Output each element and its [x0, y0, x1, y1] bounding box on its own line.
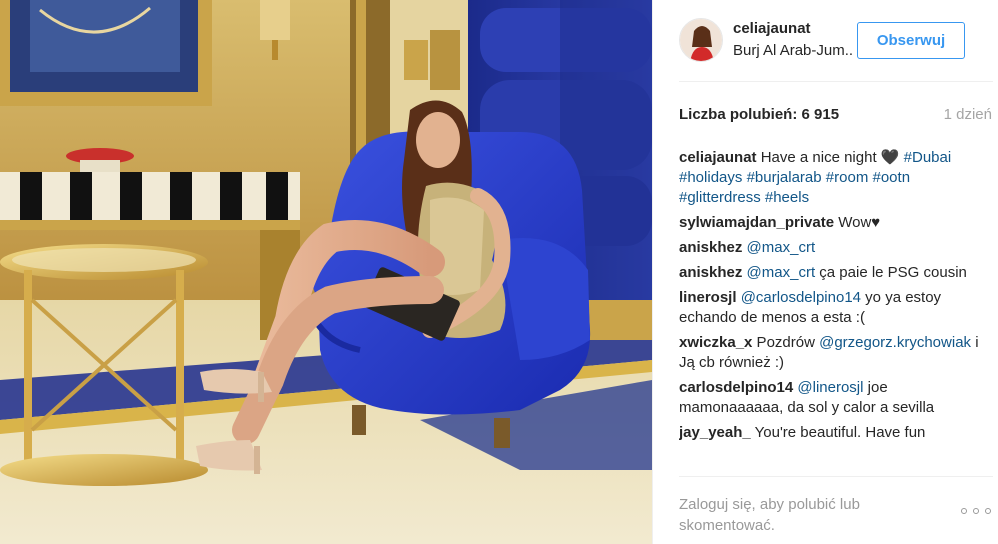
comment-author[interactable]: aniskhez — [679, 264, 742, 281]
footer-divider — [679, 476, 993, 477]
comment-author[interactable]: linerosjl — [679, 289, 737, 306]
hashtag-link[interactable]: #room — [826, 169, 869, 186]
comment-item: xwiczka_x Pozdrów @grzegorz.krychowiak i… — [679, 333, 979, 373]
mention-link[interactable]: @linerosjl — [797, 379, 863, 396]
location-link[interactable]: Burj Al Arab-Jum... — [733, 42, 853, 59]
username[interactable]: celiajaunat — [733, 20, 811, 37]
mention-link[interactable]: @max_crt — [747, 239, 816, 256]
header-divider — [679, 81, 993, 82]
comment-item: aniskhez @max_crt ça paie le PSG cousin — [679, 263, 979, 283]
dot-icon — [973, 508, 979, 514]
post-time[interactable]: 1 dzień — [944, 106, 992, 123]
mention-link[interactable]: @max_crt — [747, 264, 816, 281]
comment-item: jay_yeah_ You're beautiful. Have fun — [679, 423, 979, 443]
comment-author[interactable]: aniskhez — [679, 239, 742, 256]
comment-item: sylwiamajdan_private Wow♥ — [679, 213, 979, 233]
dot-icon — [985, 508, 991, 514]
mention-link[interactable]: @carlosdelpino14 — [741, 289, 861, 306]
comment-author[interactable]: jay_yeah_ — [679, 424, 751, 441]
avatar[interactable] — [679, 18, 723, 62]
comment-item: celiajaunat Have a nice night 🖤 #Dubai #… — [679, 148, 979, 208]
comment-item: linerosjl @carlosdelpino14 yo ya estoy e… — [679, 288, 979, 328]
likes-count[interactable]: Liczba polubień: 6 915 — [679, 106, 839, 123]
comment-text: Have a nice night 🖤 — [756, 149, 904, 166]
post-side-panel: celiajaunat Burj Al Arab-Jum... Obserwuj… — [652, 0, 998, 544]
login-prompt[interactable]: Zaloguj się, aby polubić lub skomentować… — [679, 494, 909, 536]
post-photo[interactable] — [0, 0, 652, 544]
post-header: celiajaunat Burj Al Arab-Jum... Obserwuj — [653, 0, 998, 82]
more-options-icon[interactable] — [961, 506, 991, 516]
comment-item: aniskhez @max_crt — [679, 238, 979, 258]
instagram-post: celiajaunat Burj Al Arab-Jum... Obserwuj… — [0, 0, 998, 544]
mention-link[interactable]: @grzegorz.krychowiak — [819, 334, 971, 351]
hashtag-link[interactable]: #glitterdress — [679, 189, 761, 206]
comment-author[interactable]: xwiczka_x — [679, 334, 752, 351]
hashtag-link[interactable]: #Dubai — [904, 149, 952, 166]
comment-text: ça paie le PSG cousin — [815, 264, 967, 281]
comment-item: carlosdelpino14 @linerosjl joe mamonaaaa… — [679, 378, 979, 418]
comment-author[interactable]: celiajaunat — [679, 149, 757, 166]
post-footer: Zaloguj się, aby polubić lub skomentować… — [653, 476, 998, 544]
hashtag-link[interactable]: #heels — [765, 189, 809, 206]
comment-author[interactable]: sylwiamajdan_private — [679, 214, 834, 231]
comment-author[interactable]: carlosdelpino14 — [679, 379, 793, 396]
comments-list: celiajaunat Have a nice night 🖤 #Dubai #… — [679, 148, 979, 474]
hashtag-link[interactable]: #holidays — [679, 169, 742, 186]
photo-illustration — [0, 0, 652, 544]
hashtag-link[interactable]: #ootn — [873, 169, 911, 186]
comment-text: You're beautiful. Have fun — [750, 424, 926, 441]
dot-icon — [961, 508, 967, 514]
comment-text: Pozdrów — [752, 334, 820, 351]
comment-text: Wow♥ — [834, 214, 881, 231]
follow-button[interactable]: Obserwuj — [857, 22, 965, 59]
hashtag-link[interactable]: #burjalarab — [747, 169, 822, 186]
